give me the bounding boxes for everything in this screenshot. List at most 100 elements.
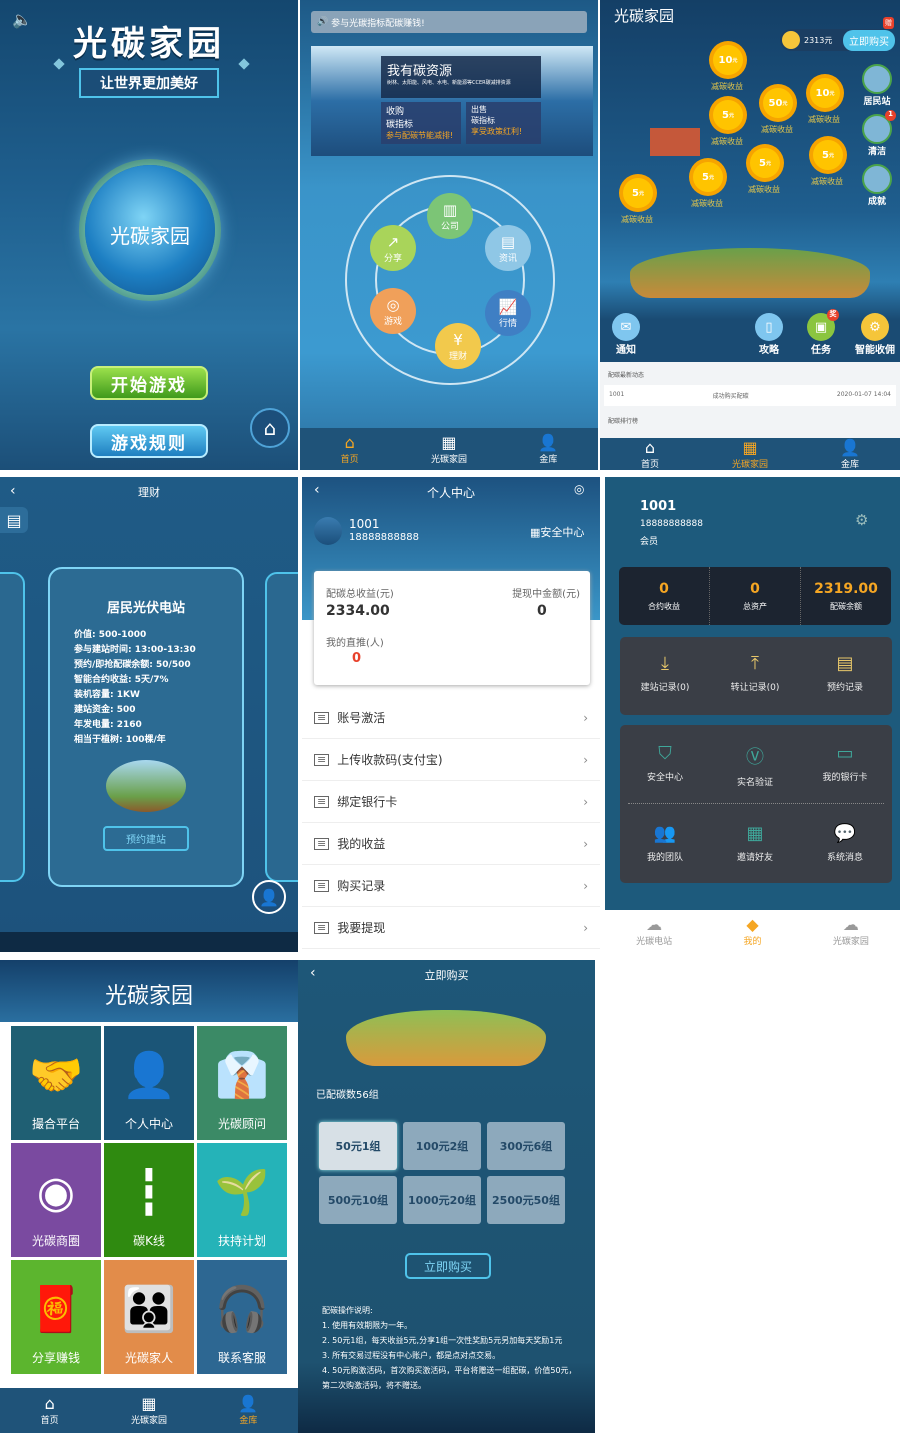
package-option[interactable]: 2500元50组 — [487, 1176, 565, 1224]
menu-item[interactable]: ≡ 绑定银行卡 › — [302, 781, 600, 823]
banner[interactable]: 我有碳资源 树林、太阳能、风电、水电、新能源等CCER碳减排资源 收购 碳指标 参与… — [311, 46, 593, 156]
chevron-right-icon: › — [583, 794, 588, 809]
sun-reward[interactable]: 10 元 — [810, 78, 840, 108]
tile-aperture[interactable]: ◉ 光碳商圈 — [11, 1143, 101, 1257]
chevron-right-icon: › — [583, 878, 588, 893]
document-icon[interactable]: ▤ — [0, 507, 28, 533]
record-link[interactable]: ⤒ 转让记录(0) — [710, 653, 800, 693]
book-button[interactable]: ▯ 攻略 — [755, 313, 783, 356]
menu-item[interactable]: ≡ 我的收益 › — [302, 823, 600, 865]
stat-label: 总资产 — [743, 601, 767, 611]
tab-0[interactable]: ⌂ 首页 — [600, 438, 700, 470]
reserve-button[interactable]: 预约建站 — [103, 826, 189, 851]
service-link[interactable]: ⛉ 安全中心 — [620, 743, 710, 783]
tab-1[interactable]: ▦ 光碳家园 — [399, 428, 498, 470]
ring-item-chart[interactable]: 📈 行情 — [485, 290, 531, 336]
security-center-link[interactable]: ▦安全中心 — [530, 524, 584, 540]
ring-item-money-bag[interactable]: ¥ 理财 — [435, 323, 481, 369]
service-link[interactable]: 💬 系统消息 — [800, 823, 890, 863]
menu-item[interactable]: ≡ 我要提现 › — [302, 907, 600, 949]
tile-advisor[interactable]: 👔 光碳顾问 — [197, 1026, 287, 1140]
robot-button[interactable]: ⚙ 智能收佣 — [855, 313, 895, 356]
buy-carbon-card[interactable]: 收购 碳指标 参与配碳节能减排! — [381, 102, 461, 144]
tab-2[interactable]: 👤 金库 — [499, 428, 598, 470]
tab-1[interactable]: ▦ 光碳家园 — [700, 438, 800, 470]
buy-now-button[interactable]: 立即购买 — [843, 29, 895, 51]
chevron-right-icon: › — [583, 836, 588, 851]
ring-item-building[interactable]: ▥ 公司 — [427, 193, 473, 239]
start-game-button[interactable]: 开始游戏 — [90, 366, 208, 400]
sun-reward[interactable]: 5元 — [693, 162, 723, 192]
menu-item[interactable]: ≡ 账号激活 › — [302, 697, 600, 739]
bottom-tab-bar: ☁ 光碳电站 ◆ 我的 ☁ 光碳家园 — [605, 910, 900, 952]
next-card[interactable] — [265, 572, 298, 882]
tile-label: 光碳商圈 — [31, 1234, 80, 1248]
notice-bar[interactable]: 🔊 参与光碳指标配碳赚钱! — [311, 11, 587, 33]
tile-handshake[interactable]: 🤝 撮合平台 — [11, 1026, 101, 1140]
side-button-0[interactable]: 居民站 — [860, 64, 894, 107]
user-button[interactable]: 👤 — [252, 880, 286, 914]
sun-reward[interactable]: 5元 — [623, 178, 653, 208]
tile-headset[interactable]: 🎧 联系客服 — [197, 1260, 287, 1374]
sun-reward[interactable]: 5元 — [713, 100, 743, 130]
avatar[interactable] — [314, 517, 342, 545]
stat[interactable]: 0 合约收益 — [619, 567, 709, 625]
service-link[interactable]: 👥 我的团队 — [620, 823, 710, 863]
side-button-1[interactable]: 清洁 1 — [860, 110, 896, 157]
tile-add-user[interactable]: 👤 个人中心 — [104, 1026, 194, 1140]
tile-candlestick[interactable]: ┇ 碳K线 — [104, 1143, 194, 1257]
settings-icon[interactable]: ◎ — [574, 482, 584, 496]
tab-label: 光碳家园 — [430, 454, 467, 465]
stat-value: 0 — [659, 580, 669, 597]
stat[interactable]: 2319.00 配碳余额 — [800, 567, 891, 625]
service-link[interactable]: Ⓥ 实名验证 — [710, 743, 800, 788]
user-icon: 👤 — [538, 432, 559, 452]
group-icon: 👪 — [121, 1284, 177, 1335]
cloud-icon: ☁ — [646, 914, 663, 934]
buy-sub: 碳指标 — [386, 120, 414, 130]
menu-item[interactable]: ≡ 购买记录 › — [302, 865, 600, 907]
game-rules-button[interactable]: 游戏规则 — [90, 424, 208, 458]
profile-screen: ‹ 个人中心 ◎ 1001 18888888888 ▦安全中心 配碳总收益(元)… — [302, 477, 600, 952]
package-option[interactable]: 500元10组 — [319, 1176, 397, 1224]
ring-item-share[interactable]: ↗ 分享 — [370, 225, 416, 271]
tab-2[interactable]: 👤 金库 — [800, 438, 900, 470]
package-option[interactable]: 50元1组 — [319, 1122, 397, 1170]
sell-carbon-card[interactable]: 出售 碳指标 享受政策红利! — [466, 102, 541, 144]
stat[interactable]: 0 总资产 — [709, 567, 800, 625]
sun-reward[interactable]: 5元 — [750, 148, 780, 178]
tab-0[interactable]: ⌂ 首页 — [300, 428, 399, 470]
package-option[interactable]: 300元6组 — [487, 1122, 565, 1170]
service-link[interactable]: ▦ 邀请好友 — [710, 823, 800, 863]
home-button[interactable]: ⌂ — [250, 408, 290, 448]
ring-item-target[interactable]: ◎ 游戏 — [370, 288, 416, 334]
mail-button[interactable]: ✉ 通知 — [612, 313, 640, 356]
package-option[interactable]: 100元2组 — [403, 1122, 481, 1170]
sun-value: 10 — [718, 54, 733, 66]
record-link[interactable]: ⤓ 建站记录(0) — [620, 653, 710, 693]
settings-icon[interactable]: ⚙ — [855, 511, 868, 529]
tab-1[interactable]: ▦ 光碳家园 — [99, 1388, 198, 1433]
tab-0[interactable]: ☁ 光碳电站 — [605, 910, 703, 952]
tile-group[interactable]: 👪 光碳家人 — [104, 1260, 194, 1374]
sun-reward[interactable]: 50 元 — [763, 88, 793, 118]
service-link[interactable]: ▭ 我的银行卡 — [800, 743, 890, 783]
tile-sprout[interactable]: 🌱 扶持计划 — [197, 1143, 287, 1257]
sun-reward[interactable]: 10 元 — [713, 45, 743, 75]
prev-card[interactable] — [0, 572, 25, 882]
tab-0[interactable]: ⌂ 首页 — [0, 1388, 99, 1433]
package-option[interactable]: 1000元20组 — [403, 1176, 481, 1224]
home-icon: ⌂ — [644, 437, 656, 457]
record-link[interactable]: ▤ 预约记录 — [800, 653, 890, 693]
tab-2[interactable]: ☁ 光碳家园 — [802, 910, 900, 952]
tab-2[interactable]: 👤 金库 — [199, 1388, 298, 1433]
menu-item[interactable]: ≡ 上传收款码(支付宝) › — [302, 739, 600, 781]
buy-now-button[interactable]: 立即购买 — [405, 1253, 491, 1279]
tile-red-envelope[interactable]: 🧧 分享赚钱 — [11, 1260, 101, 1374]
service-label: 我的团队 — [646, 853, 683, 863]
tab-1[interactable]: ◆ 我的 — [703, 910, 801, 952]
ring-item-news[interactable]: ▤ 资讯 — [485, 225, 531, 271]
sun-reward[interactable]: 5元 — [813, 140, 843, 170]
side-button-2[interactable]: 成就 — [860, 164, 894, 207]
task-button[interactable]: ▣ 任务奖 — [807, 309, 839, 356]
